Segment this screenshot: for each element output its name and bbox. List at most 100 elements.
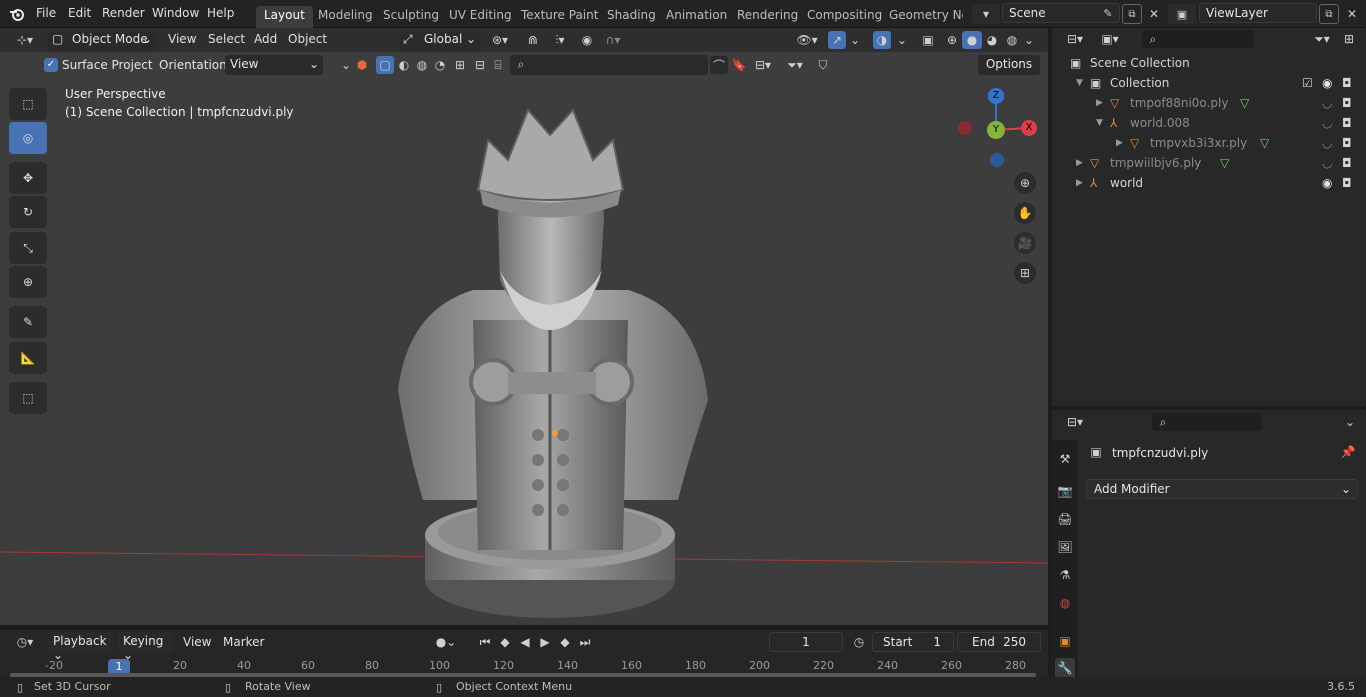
- grid-mode-icon[interactable]: ⊞: [452, 56, 468, 74]
- tab-compositing[interactable]: Compositing: [799, 6, 890, 28]
- visibility-eye-icon[interactable]: ◉: [1322, 76, 1332, 90]
- x-axis-handle[interactable]: X: [1021, 120, 1037, 136]
- play-icon[interactable]: ▶: [536, 633, 554, 651]
- menu-edit[interactable]: Edit: [68, 6, 91, 20]
- visibility-eye-icon[interactable]: ◡: [1322, 116, 1332, 130]
- chevron-down-icon[interactable]: ⌄: [848, 31, 862, 49]
- shield-icon[interactable]: ⛉: [814, 56, 832, 74]
- snap-icon[interactable]: ⋒: [521, 31, 545, 49]
- tab-geometry-nodes[interactable]: Geometry Noc: [881, 6, 963, 28]
- bookmark-icon[interactable]: 🔖: [731, 56, 747, 74]
- modifier-tab-icon[interactable]: 🔧: [1055, 658, 1075, 678]
- stopwatch-icon[interactable]: ◷: [849, 633, 869, 651]
- move-tool[interactable]: ✥: [9, 162, 47, 194]
- menu-help[interactable]: Help: [207, 6, 234, 20]
- perspective-grid-icon[interactable]: ⊞: [1014, 262, 1036, 284]
- pin-icon[interactable]: 📌: [1340, 444, 1356, 460]
- xray-icon[interactable]: ▣: [918, 31, 938, 49]
- overlays-icon[interactable]: ◑: [873, 31, 891, 49]
- menu-select[interactable]: Select: [208, 32, 245, 46]
- jump-end-icon[interactable]: ⏭: [576, 633, 594, 651]
- navigation-gizmo[interactable]: Z Y X: [954, 88, 1042, 176]
- chevron-down-icon[interactable]: ⌄: [1022, 31, 1036, 49]
- visibility-icon[interactable]: 👁▾: [792, 31, 822, 49]
- render-camera-icon[interactable]: ◘: [1342, 96, 1352, 110]
- select-box-icon[interactable]: ▢: [376, 56, 394, 74]
- object-tab-icon[interactable]: ▣: [1056, 632, 1074, 650]
- visibility-eye-icon[interactable]: ◉: [1322, 176, 1332, 190]
- tab-layout[interactable]: Layout: [256, 6, 313, 28]
- timeline-menu-marker[interactable]: Marker: [223, 635, 264, 649]
- jump-start-icon[interactable]: ⏮: [476, 633, 494, 651]
- transform-orientation-dropdown[interactable]: ⤢ Global ⌄: [400, 30, 480, 50]
- tab-modeling[interactable]: Modeling: [310, 6, 381, 28]
- render-camera-icon[interactable]: ◘: [1342, 156, 1352, 170]
- exclude-checkbox[interactable]: ☑: [1302, 76, 1313, 90]
- select-box-tool[interactable]: ⬚: [9, 88, 47, 120]
- mesh-data-icon[interactable]: ▽: [1260, 136, 1269, 150]
- mesh-data-icon[interactable]: ▽: [1240, 96, 1249, 110]
- shading-mode-icon[interactable]: ◐: [396, 56, 412, 74]
- properties-search-input[interactable]: ⌕: [1152, 413, 1262, 431]
- blender-logo-icon[interactable]: [8, 5, 26, 23]
- timeline-menu-view[interactable]: View: [183, 635, 211, 649]
- pivot-point-icon[interactable]: ⊛▾: [485, 31, 515, 49]
- outliner-item[interactable]: ▶ ▽ tmpvxb3i3xr.ply ▽ ◡ ◘: [1052, 133, 1366, 153]
- chevron-down-icon[interactable]: ⌄: [339, 57, 353, 73]
- outliner-item[interactable]: ▶ ▽ tmpof88ni0o.ply ▽ ◡ ◘: [1052, 93, 1366, 113]
- visibility-eye-icon[interactable]: ◡: [1322, 136, 1332, 150]
- chevron-down-icon[interactable]: ⌄: [895, 31, 909, 49]
- render-camera-icon[interactable]: ◘: [1342, 176, 1352, 190]
- timeline-editor[interactable]: ◷▾ Playback ⌄ Keying ⌄ View Marker ●⌄ ⏮ …: [0, 628, 1048, 678]
- search-input[interactable]: ⌕: [510, 55, 708, 75]
- add-modifier-dropdown[interactable]: Add Modifier ⌄: [1086, 479, 1358, 499]
- new-view-layer-icon[interactable]: ⧉: [1319, 4, 1339, 24]
- wireframe-shading-icon[interactable]: ⊕: [942, 31, 962, 49]
- expand-open-icon[interactable]: ▼: [1076, 78, 1083, 88]
- zoom-icon[interactable]: ⊕: [1014, 172, 1036, 194]
- texture-mode-icon[interactable]: ◍: [414, 56, 430, 74]
- filter-icon[interactable]: ⏷▾: [1308, 30, 1336, 48]
- view-layer-field[interactable]: ViewLayer: [1199, 3, 1317, 23]
- menu-render[interactable]: Render: [102, 6, 145, 20]
- tab-uv-editing[interactable]: UV Editing: [441, 6, 520, 28]
- tab-rendering[interactable]: Rendering: [729, 6, 806, 28]
- chevron-down-icon[interactable]: ⌄: [1342, 413, 1358, 431]
- 3d-viewport[interactable]: ✓ Surface Project Orientation: View ⌄ ⌄ …: [0, 52, 1048, 625]
- render-camera-icon[interactable]: ◘: [1342, 116, 1352, 130]
- expand-closed-icon[interactable]: ▶: [1116, 138, 1123, 148]
- output-tab-icon[interactable]: 🖨: [1056, 510, 1074, 528]
- record-icon[interactable]: ●⌄: [432, 633, 460, 651]
- view-layer-tab-icon[interactable]: 🖼: [1056, 538, 1074, 556]
- display-mode-icon[interactable]: ▣▾: [1094, 30, 1126, 48]
- timeline-editor-type-icon[interactable]: ◷▾: [10, 633, 40, 651]
- transform-tool[interactable]: ⊕: [9, 266, 47, 298]
- mesh-data-icon[interactable]: ▽: [1220, 156, 1229, 170]
- measure-tool[interactable]: 📐: [9, 342, 47, 374]
- scene-selector-icon[interactable]: ▾: [972, 4, 1000, 24]
- editor-type-icon[interactable]: ⊹▾: [10, 31, 40, 49]
- snap-element-icon[interactable]: ⬢: [354, 57, 370, 73]
- remove-view-layer-icon[interactable]: ✕: [1343, 4, 1361, 24]
- play-reverse-icon[interactable]: ◀: [516, 633, 534, 651]
- tab-shading[interactable]: Shading: [599, 6, 664, 28]
- king-bust-model[interactable]: [378, 80, 723, 620]
- start-frame-field[interactable]: Start 1: [872, 632, 954, 652]
- cursor-tool[interactable]: ◎: [9, 122, 47, 154]
- render-tab-icon[interactable]: 📷: [1056, 482, 1074, 500]
- rotate-tool[interactable]: ↻: [9, 196, 47, 228]
- curve-icon[interactable]: ⌒: [710, 56, 728, 74]
- menu-view[interactable]: View: [168, 32, 196, 46]
- new-scene-icon[interactable]: ⧉: [1122, 4, 1142, 24]
- tab-sculpting[interactable]: Sculpting: [375, 6, 447, 28]
- outliner-editor-type-icon[interactable]: ⊟▾: [1060, 30, 1090, 48]
- end-frame-field[interactable]: End 250: [957, 632, 1041, 652]
- world-tab-icon[interactable]: ◍: [1056, 594, 1074, 612]
- new-collection-icon[interactable]: ⊞: [1340, 30, 1358, 48]
- menu-add[interactable]: Add: [254, 32, 277, 46]
- material-shading-icon[interactable]: ◕: [982, 31, 1002, 49]
- solid-shading-icon[interactable]: ●: [962, 31, 982, 49]
- outliner-item[interactable]: ▶ ▽ tmpwiilbjv6.ply ▽ ◡ ◘: [1052, 153, 1366, 173]
- layout-options-icon[interactable]: ⊟▾: [750, 56, 776, 74]
- menu-window[interactable]: Window: [152, 6, 199, 20]
